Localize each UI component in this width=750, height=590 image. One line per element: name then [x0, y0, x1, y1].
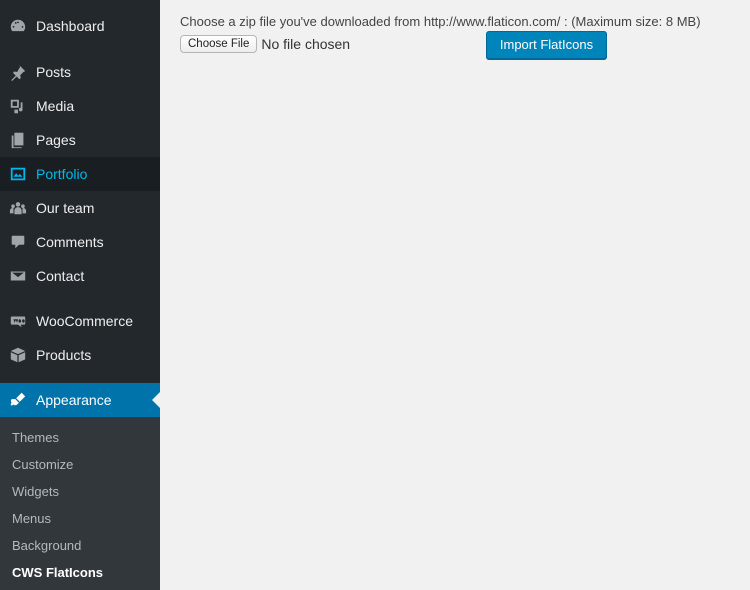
sidebar-item-label: Media	[36, 98, 75, 114]
sidebar-item-pages[interactable]: Pages	[0, 123, 160, 157]
paintbrush-icon	[0, 383, 36, 417]
sidebar-item-label: Pages	[36, 132, 76, 148]
sidebar-item-portfolio[interactable]: Portfolio	[0, 157, 160, 191]
appearance-submenu: Themes Customize Widgets Menus Backgroun…	[0, 417, 160, 590]
file-status-text: No file chosen	[261, 36, 351, 52]
upload-instructions: Choose a zip file you've downloaded from…	[180, 14, 701, 29]
submenu-item-menus[interactable]: Menus	[12, 505, 51, 532]
submenu-item-cws-flaticons[interactable]: CWS FlatIcons	[12, 559, 103, 586]
submenu-item-customize[interactable]: Customize	[12, 451, 73, 478]
woocommerce-icon	[0, 304, 36, 338]
team-icon	[0, 191, 36, 225]
sidebar-item-label: Appearance	[36, 392, 112, 408]
sidebar-item-media[interactable]: Media	[0, 89, 160, 123]
file-input-row: Choose File No file chosen	[180, 35, 350, 53]
admin-sidebar: Dashboard Posts Media Pages Portfolio Ou…	[0, 0, 160, 590]
sidebar-item-label: Portfolio	[36, 166, 88, 182]
submenu-item-themes[interactable]: Themes	[12, 424, 59, 451]
sidebar-item-label: Comments	[36, 234, 104, 250]
sidebar-item-label: Our team	[36, 200, 95, 216]
sidebar-item-dashboard[interactable]: Dashboard	[0, 9, 160, 43]
sidebar-item-contact[interactable]: Contact	[0, 259, 160, 293]
sidebar-item-appearance[interactable]: Appearance	[0, 383, 160, 417]
sidebar-item-label: WooCommerce	[36, 313, 133, 329]
envelope-icon	[0, 259, 36, 293]
sidebar-item-woocommerce[interactable]: WooCommerce	[0, 304, 160, 338]
comment-icon	[0, 225, 36, 259]
media-icon	[0, 89, 36, 123]
submenu-item-widgets[interactable]: Widgets	[12, 478, 59, 505]
sidebar-item-comments[interactable]: Comments	[0, 225, 160, 259]
import-flaticons-button[interactable]: Import FlatIcons	[486, 31, 607, 59]
sidebar-item-label: Contact	[36, 268, 85, 284]
sidebar-item-our-team[interactable]: Our team	[0, 191, 160, 225]
portfolio-icon	[0, 157, 36, 191]
main-content: Choose a zip file you've downloaded from…	[160, 0, 750, 590]
sidebar-item-products[interactable]: Products	[0, 338, 160, 372]
pages-icon	[0, 123, 36, 157]
choose-file-button[interactable]: Choose File	[180, 35, 258, 53]
active-menu-arrow	[152, 392, 160, 408]
sidebar-item-label: Dashboard	[36, 18, 105, 34]
sidebar-item-label: Posts	[36, 64, 72, 80]
submenu-item-background[interactable]: Background	[12, 532, 81, 559]
sidebar-item-label: Products	[36, 347, 92, 363]
dashboard-icon	[0, 9, 36, 43]
pushpin-icon	[0, 55, 36, 89]
box-icon	[0, 338, 36, 372]
sidebar-item-posts[interactable]: Posts	[0, 55, 160, 89]
